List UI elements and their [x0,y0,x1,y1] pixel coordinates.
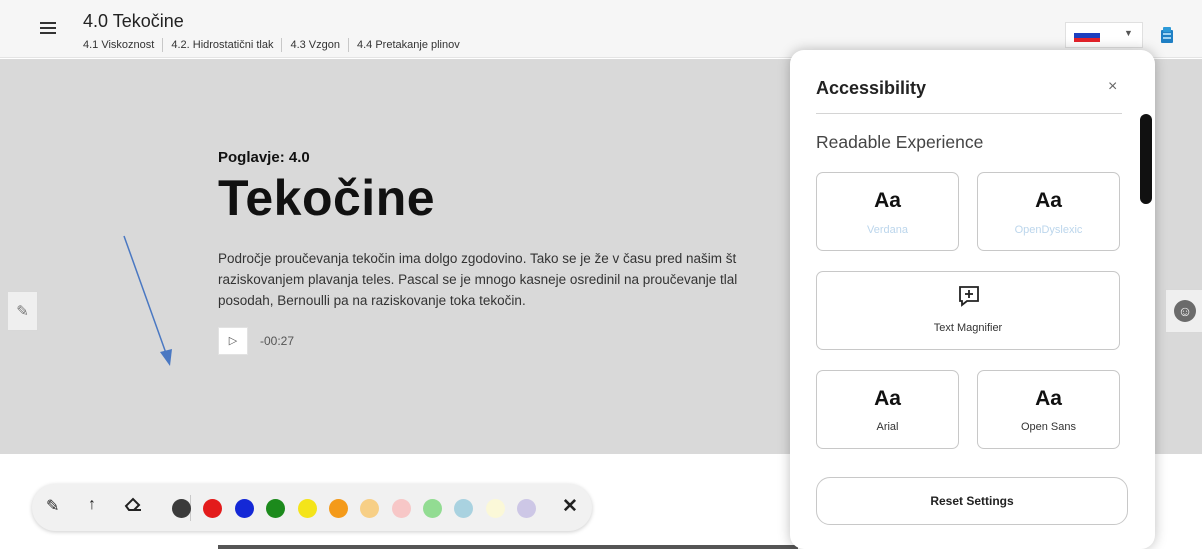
slovenia-flag-icon [1074,29,1100,42]
text-magnifier-option[interactable]: Text Magnifier [816,271,1120,350]
color-swatch[interactable] [517,499,536,518]
reset-settings-button[interactable]: Reset Settings [816,477,1128,525]
magnifier-icon [957,284,981,313]
color-swatch[interactable] [298,499,317,518]
font-option-label: Arial [876,421,899,433]
font-sample: Aa [1035,189,1062,212]
color-swatch[interactable] [266,499,285,518]
font-option-open-sans[interactable]: Aa Open Sans [977,370,1120,449]
font-option-label: OpenDyslexic [1014,224,1083,236]
audio-time: -00:27 [260,334,295,348]
color-swatch[interactable] [392,499,411,518]
eraser-icon[interactable] [124,496,142,517]
color-swatch[interactable] [172,499,191,518]
accessibility-tab[interactable]: ☺ [1165,289,1202,333]
nav-link-pretakanje-plinov[interactable]: 4.4 Pretakanje plinov [348,38,468,52]
font-option-label: Open Sans [1020,421,1077,433]
arrow-up-icon[interactable]: ↑ [88,496,96,514]
color-swatch[interactable] [329,499,348,518]
drawing-toolbar: ✎ ↑ ✕ [32,484,592,531]
pencil-tab-icon[interactable]: ✎ [8,291,38,331]
divider-line [218,545,798,549]
panel-title: Accessibility [816,78,927,98]
font-sample: Aa [874,387,901,410]
nav-link-vzgon[interactable]: 4.3 Vzgon [281,38,348,52]
font-option-arial[interactable]: Aa Arial [816,370,959,449]
page: 4.0 Tekočine 4.1 Viskoznost 4.2. Hidrost… [0,0,1202,549]
panel-divider [816,113,1122,114]
chapter-subnav: 4.1 Viskoznost 4.2. Hidrostatični tlak 4… [83,38,468,52]
color-swatch[interactable] [235,499,254,518]
intro-line: raziskovanjem plavanja teles. Pascal se … [218,272,738,287]
font-sample: Aa [874,189,901,212]
section-heading: Readable Experience [816,132,984,152]
font-sample: Aa [1035,387,1062,410]
audio-play-button[interactable]: ▷ [218,327,248,355]
chapter-title: Tekočine [218,170,436,226]
nav-link-viskoznost[interactable]: 4.1 Viskoznost [83,38,162,52]
intro-line: posodah, Bernoulli pa na raziskovanje to… [218,293,526,308]
font-option-verdana[interactable]: Aa Verdana [816,172,959,251]
page-title: 4.0 Tekočine [83,11,184,31]
pencil-icon[interactable]: ✎ [46,496,59,516]
accessibility-panel: Accessibility × Readable Experience Aa V… [790,50,1155,549]
close-icon[interactable]: × [1108,78,1117,96]
intro-text: Področje proučevanja tekočin ima dolgo z… [218,248,793,311]
hamburger-menu-icon[interactable] [40,22,56,35]
color-swatch[interactable] [454,499,473,518]
color-swatch[interactable] [423,499,442,518]
chevron-down-icon: ▼ [1124,28,1133,38]
accessibility-icon: ☺ [1174,300,1196,322]
nav-link-hidrostaticni-tlak[interactable]: 4.2. Hidrostatični tlak [162,38,281,52]
close-toolbar-icon[interactable]: ✕ [562,495,578,518]
option-label: Text Magnifier [933,322,1003,334]
book-icon[interactable] [1158,25,1176,50]
color-swatch[interactable] [360,499,379,518]
font-option-label: Verdana [867,224,908,236]
font-option-opendyslexic[interactable]: Aa OpenDyslexic [977,172,1120,251]
intro-line: Področje proučevanja tekočin ima dolgo z… [218,251,737,266]
language-select[interactable]: ▼ [1065,22,1143,48]
panel-scrollbar[interactable] [1140,114,1152,204]
chapter-label: Poglavje: 4.0 [218,149,310,166]
color-swatch[interactable] [486,499,505,518]
color-swatch[interactable] [203,499,222,518]
